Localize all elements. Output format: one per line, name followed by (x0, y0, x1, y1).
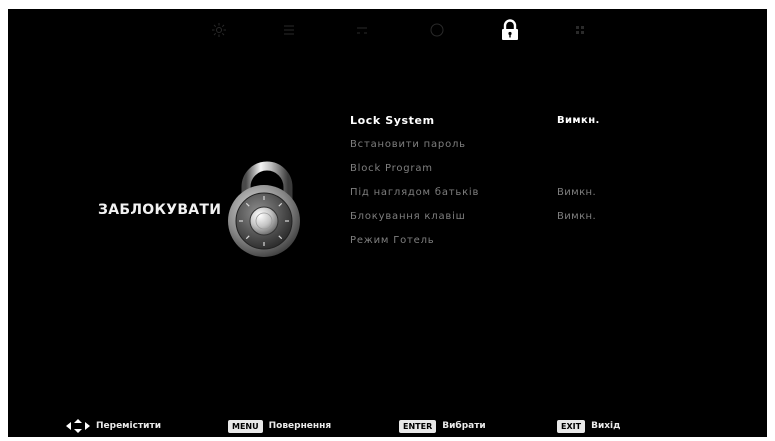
exit-key-badge: EXIT (557, 419, 586, 433)
menu-item-hotel-mode[interactable]: Режим Готель (350, 229, 750, 253)
menu-item-set-password[interactable]: Встановити пароль (350, 133, 750, 157)
menu-item-label: Блокування клавіш (350, 211, 466, 222)
hint-exit-label: Вихід (591, 421, 621, 431)
hint-move: Перемістити (66, 415, 161, 437)
enter-key-badge: ENTER (399, 419, 437, 433)
tab-setup[interactable] (565, 15, 595, 45)
menu-item-value: Вимкн. (557, 115, 600, 126)
channel-icon (357, 27, 367, 34)
setup-icon (576, 26, 584, 34)
combination-padlock-icon (228, 161, 300, 257)
menu-item-label: Режим Готель (350, 235, 435, 246)
lock-icon (502, 19, 518, 40)
tv-menu-screen: ЗАБЛОКУВАТИ Lock System Вимкн. Встановит… (8, 9, 767, 437)
menu-item-label: Lock System (350, 114, 435, 127)
directional-arrows-icon (66, 419, 90, 433)
menu-item-label: Встановити пароль (350, 139, 466, 150)
menu-item-label: Block Program (350, 163, 433, 174)
menu-item-lock-system[interactable]: Lock System Вимкн. (350, 109, 750, 133)
menu-item-label: Під наглядом батьків (350, 187, 480, 198)
footer-hint-bar: Перемістити MENU Повернення ENTER Вибрат… (8, 415, 767, 437)
section-title: ЗАБЛОКУВАТИ (98, 202, 222, 218)
tab-sound[interactable] (274, 15, 304, 45)
menu-tab-bar (8, 9, 767, 51)
tab-time[interactable] (422, 15, 452, 45)
picture-icon (212, 23, 226, 37)
menu-key-badge: MENU (228, 419, 263, 433)
hint-exit: EXIT Вихід (557, 415, 620, 437)
tab-channel[interactable] (347, 15, 377, 45)
menu-item-block-program[interactable]: Block Program (350, 157, 750, 181)
menu-item-parental-guidance[interactable]: Під наглядом батьків Вимкн. (350, 181, 750, 205)
hint-select: ENTER Вибрати (399, 415, 486, 437)
hint-select-label: Вибрати (442, 421, 486, 431)
hint-back: MENU Повернення (228, 415, 331, 437)
hint-move-label: Перемістити (96, 421, 162, 431)
sound-icon (284, 25, 294, 35)
hint-back-label: Повернення (268, 421, 332, 431)
lock-menu-list: Lock System Вимкн. Встановити пароль Blo… (350, 109, 750, 253)
tab-lock[interactable] (495, 15, 525, 45)
menu-item-value: Вимкн. (557, 211, 597, 222)
tab-picture[interactable] (204, 15, 234, 45)
time-icon (430, 23, 444, 37)
menu-item-value: Вимкн. (557, 187, 597, 198)
menu-item-key-lock[interactable]: Блокування клавіш Вимкн. (350, 205, 750, 229)
